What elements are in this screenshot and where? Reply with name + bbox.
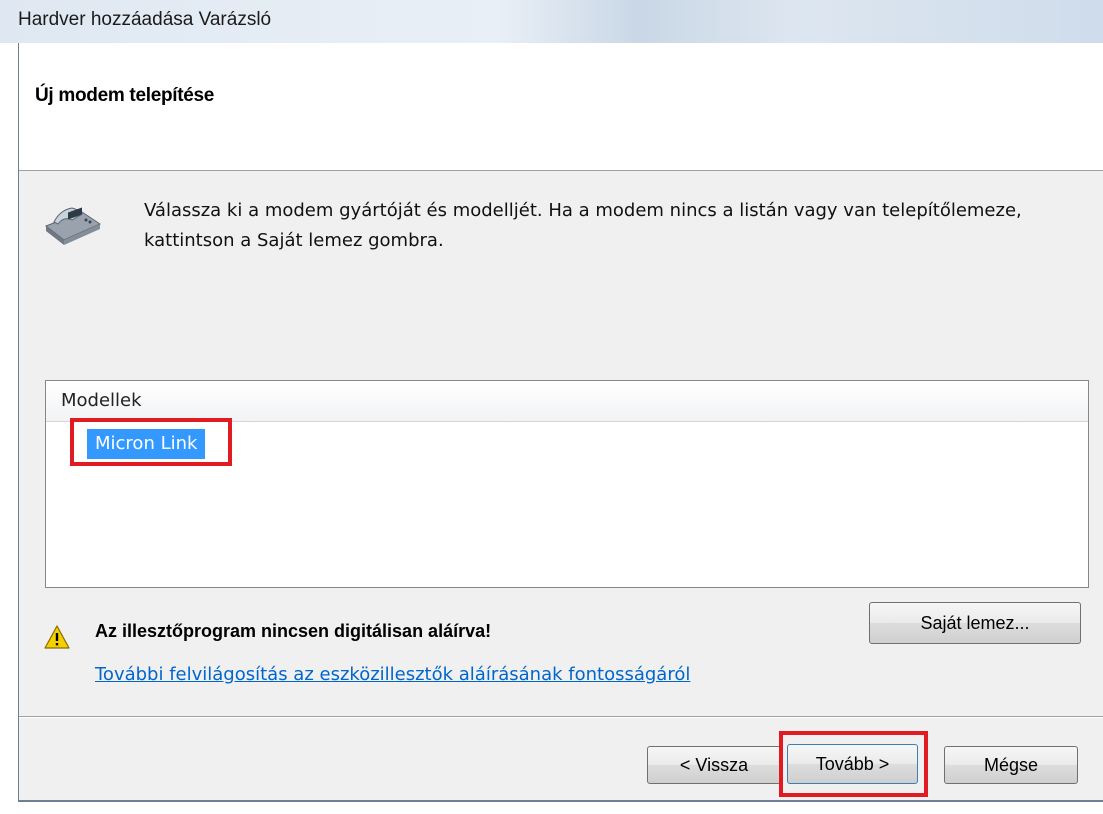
models-listbox[interactable]: Modellek Micron Link [45, 380, 1089, 588]
modem-icon [44, 207, 102, 245]
highlight-box-selection [70, 418, 232, 466]
title-bar: Hardver hozzáadása Varázsló [0, 0, 1103, 43]
have-disk-button[interactable]: Saját lemez... [869, 602, 1081, 644]
unsigned-driver-warning: Az illesztőprogram nincsen digitálisan a… [95, 621, 492, 641]
window-title: Hardver hozzáadása Varázsló [18, 9, 272, 30]
models-column-label: Modellek [61, 390, 142, 411]
driver-signing-info-link[interactable]: További felvilágosítás az eszközillesztő… [95, 664, 690, 685]
cancel-button[interactable]: Mégse [944, 746, 1078, 784]
highlight-box-next [779, 731, 928, 797]
wizard-header: Új modem telepítése [19, 43, 1103, 171]
below-window-area [0, 802, 1103, 814]
page-title: Új modem telepítése [35, 85, 215, 106]
warning-icon [44, 625, 70, 649]
footer-separator-highlight [19, 717, 1103, 718]
instruction-text: Válassza ki a modem gyártóját és modellj… [144, 200, 1022, 251]
models-column-header[interactable]: Modellek [46, 381, 1088, 422]
back-button[interactable]: < Vissza [647, 746, 781, 784]
